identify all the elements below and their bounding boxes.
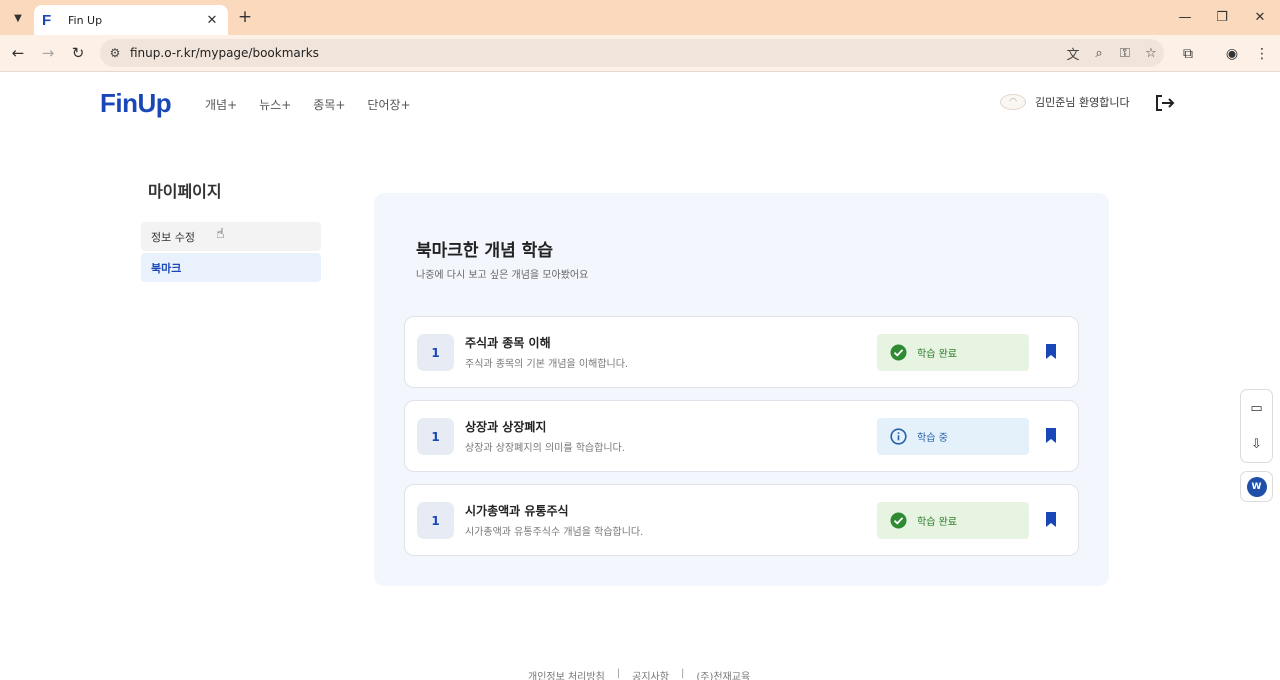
sidebar-title: 마이페이지 — [148, 182, 222, 201]
url-text[interactable]: finup.o-r.kr/mypage/bookmarks — [130, 46, 1060, 60]
status-label: 학습 중 — [917, 433, 948, 444]
status-badge: 학습 완료 — [877, 334, 1029, 371]
reload-icon[interactable]: ↻ — [66, 41, 90, 65]
main-nav: 개념+ 뉴스+ 종목+ 단어장+ — [205, 96, 411, 113]
nav-item-news[interactable]: 뉴스+ — [259, 96, 291, 113]
footer-link-notice[interactable]: 공지사항 — [632, 668, 669, 680]
concept-card[interactable]: 1 주식과 종목 이해 주식과 종목의 기본 개념을 이해합니다. 학습 완료 — [404, 316, 1079, 388]
site-logo[interactable]: FinUp — [100, 88, 172, 119]
window-close-icon[interactable]: ✕ — [1248, 6, 1272, 28]
card-number: 1 — [417, 418, 454, 455]
avatar[interactable]: ◠ — [1000, 94, 1026, 110]
sidebar-item-bookmark[interactable]: 북마크 — [141, 253, 321, 282]
nav-item-concept[interactable]: 개념+ — [205, 96, 237, 113]
nav-item-stock[interactable]: 종목+ — [313, 96, 345, 113]
footer-link-company[interactable]: (주)천재교육 — [696, 668, 750, 680]
card-title: 주식과 종목 이해 — [465, 336, 551, 350]
concept-card[interactable]: 1 시가총액과 유통주식 시가총액과 유통주식수 개념을 학습합니다. 학습 완… — [404, 484, 1079, 556]
logout-icon[interactable] — [1154, 93, 1176, 113]
card-description: 주식과 종목의 기본 개념을 이해합니다. — [465, 359, 629, 370]
status-badge: 학습 완료 — [877, 502, 1029, 539]
check-circle-icon — [890, 344, 907, 361]
page-subtitle: 나중에 다시 보고 싶은 개념을 모아봤어요 — [416, 270, 589, 281]
bookmark-icon[interactable] — [1045, 428, 1057, 444]
info-circle-icon — [890, 428, 907, 445]
menu-kebab-icon[interactable]: ⋮ — [1250, 42, 1274, 66]
favicon-icon: F — [42, 11, 52, 29]
footer-separator: | — [680, 668, 685, 679]
floating-tools: ▭ ⇩ — [1240, 389, 1273, 463]
footer-links: 개인정보 처리방침 | 공지사항 | (주)천재교육 — [528, 668, 750, 680]
card-title: 시가총액과 유통주식 — [465, 504, 569, 518]
tab-close-icon[interactable]: ✕ — [204, 13, 220, 28]
floating-brand-button[interactable]: W — [1240, 471, 1273, 502]
browser-toolbar: ← → ↻ ⚙ finup.o-r.kr/mypage/bookmarks 文 … — [0, 35, 1280, 72]
extensions-icon[interactable]: ⧉ — [1176, 42, 1200, 66]
nav-item-wordbook[interactable]: 단어장+ — [367, 96, 410, 113]
zoom-icon[interactable]: ⌕ — [1086, 46, 1112, 61]
card-title: 상장과 상장폐지 — [465, 420, 547, 434]
browser-tabbar: ▼ F Fin Up ✕ + — ❐ ✕ — [0, 0, 1280, 35]
footer-link-privacy[interactable]: 개인정보 처리방침 — [528, 668, 605, 680]
memo-icon[interactable]: ▭ — [1241, 390, 1272, 426]
card-number: 1 — [417, 502, 454, 539]
card-description: 시가총액과 유통주식수 개념을 학습합니다. — [465, 527, 644, 538]
concept-card[interactable]: 1 상장과 상장폐지 상장과 상장폐지의 의미를 학습합니다. 학습 중 — [404, 400, 1079, 472]
profile-icon[interactable]: ◉ — [1220, 42, 1244, 66]
footer-separator: | — [616, 668, 621, 679]
minimize-icon[interactable]: — — [1173, 6, 1197, 28]
check-circle-icon — [890, 512, 907, 529]
restore-icon[interactable]: ❐ — [1210, 6, 1234, 28]
browser-tab-active[interactable]: F Fin Up ✕ — [34, 5, 228, 35]
back-icon[interactable]: ← — [6, 41, 30, 65]
translate-icon[interactable]: 文 — [1060, 44, 1086, 63]
bookmark-star-icon[interactable]: ☆ — [1138, 46, 1164, 61]
password-key-icon[interactable]: ⚿ — [1112, 46, 1138, 61]
status-label: 학습 완료 — [917, 349, 957, 360]
bookmark-icon[interactable] — [1045, 512, 1057, 528]
card-description: 상장과 상장폐지의 의미를 학습합니다. — [465, 443, 625, 454]
bookmark-panel: 북마크한 개념 학습 나중에 다시 보고 싶은 개념을 모아봤어요 1 주식과 … — [374, 193, 1109, 586]
tab-title: Fin Up — [68, 13, 103, 27]
download-doc-icon[interactable]: ⇩ — [1241, 426, 1272, 462]
bookmark-icon[interactable] — [1045, 344, 1057, 360]
address-bar[interactable]: ⚙ finup.o-r.kr/mypage/bookmarks 文 ⌕ ⚿ ☆ — [100, 39, 1164, 67]
card-number: 1 — [417, 334, 454, 371]
status-label: 학습 완료 — [917, 517, 957, 528]
welcome-text: 김민준님 환영합니다 — [1035, 96, 1130, 109]
user-area: ◠ 김민준님 환영합니다 — [1000, 94, 1130, 110]
sidebar-item-edit-profile[interactable]: 정보 수정 — [141, 222, 321, 251]
hand-cursor-icon: ☝ — [216, 226, 225, 242]
new-tab-icon[interactable]: + — [234, 6, 256, 28]
page-title: 북마크한 개념 학습 — [416, 241, 553, 261]
tab-search-dropdown-icon[interactable]: ▼ — [7, 7, 29, 29]
status-badge: 학습 중 — [877, 418, 1029, 455]
forward-icon[interactable]: → — [36, 41, 60, 65]
site-info-icon[interactable]: ⚙ — [100, 46, 130, 60]
brand-wave-icon: W — [1246, 476, 1267, 497]
